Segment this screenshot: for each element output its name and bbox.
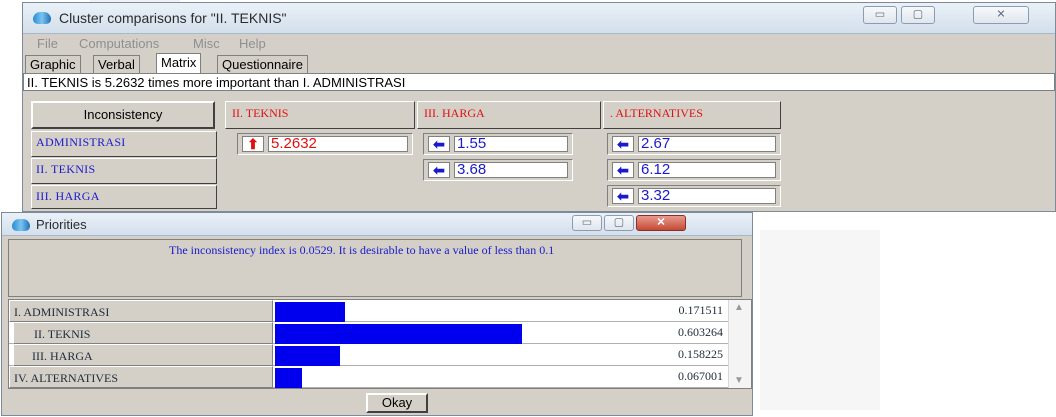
scroll-down-icon[interactable]: ▼	[734, 375, 744, 386]
priority-label: IV. ALTERNATIVES	[9, 366, 273, 388]
app-icon	[12, 219, 30, 231]
minimize-button[interactable]: ▭	[572, 215, 602, 231]
arrow-left-icon[interactable]: ⬅	[612, 188, 634, 204]
priority-value: 0.067001	[678, 369, 723, 383]
menu-computations[interactable]: Computations	[79, 36, 159, 51]
row-header-teknis[interactable]: II. TEKNIS	[31, 158, 217, 184]
priority-row[interactable]: III. HARGA 0.158225	[9, 344, 729, 366]
inconsistency-message: The inconsistency index is 0.0529. It is…	[169, 243, 555, 257]
priorities-list[interactable]: I. ADMINISTRASI 0.171511 II. TEKNIS 0.60…	[8, 299, 752, 389]
inconsistency-message-box: The inconsistency index is 0.0529. It is…	[8, 239, 742, 297]
priority-bar	[275, 368, 302, 388]
comparison-status: II. TEKNIS is 5.2632 times more importan…	[23, 73, 1055, 91]
column-header-teknis[interactable]: II. TEKNIS	[225, 101, 415, 129]
matrix-cell-admin-alternatives[interactable]: ⬅ 2.67	[607, 133, 781, 155]
menu-bar: File Computations Misc Help	[23, 34, 1055, 52]
arrow-left-icon[interactable]: ⬅	[428, 162, 450, 178]
priority-value: 0.603264	[678, 325, 723, 339]
tab-bar: Graphic Verbal Matrix Questionnaire	[23, 53, 1055, 73]
window-title: Cluster comparisons for "II. TEKNIS"	[59, 10, 287, 26]
arrow-left-icon[interactable]: ⬅	[428, 136, 450, 152]
minimize-icon: ▭	[874, 8, 886, 21]
priorities-title-bar[interactable]: Priorities ▭ ▢ ✕	[2, 213, 752, 236]
cell-value[interactable]: 2.67	[638, 136, 776, 152]
maximize-icon: ▢	[912, 8, 924, 21]
close-icon: ✕	[656, 216, 666, 229]
scroll-up-icon[interactable]: ▲	[734, 302, 744, 313]
matrix-cell-admin-teknis[interactable]: ⬆ 5.2632	[237, 133, 413, 155]
priority-label: I. ADMINISTRASI	[9, 300, 273, 322]
background-shape	[760, 230, 880, 410]
priority-label: III. HARGA	[13, 344, 273, 366]
close-button[interactable]: ✕	[636, 215, 686, 231]
matrix-cell-harga-alternatives[interactable]: ⬅ 3.32	[607, 185, 781, 207]
maximize-button[interactable]: ▢	[604, 215, 634, 231]
cluster-comparisons-window: Cluster comparisons for "II. TEKNIS" ▭ ▢…	[22, 2, 1056, 212]
row-header-administrasi[interactable]: ADMINISTRASI	[31, 131, 217, 157]
tab-graphic[interactable]: Graphic	[25, 55, 81, 73]
cell-value[interactable]: 3.68	[454, 162, 568, 178]
inconsistency-button[interactable]: Inconsistency	[31, 101, 215, 129]
app-icon	[33, 12, 51, 24]
close-icon: ✕	[996, 8, 1006, 21]
minimize-icon: ▭	[581, 216, 593, 229]
priority-bar	[275, 346, 340, 366]
arrow-left-icon[interactable]: ⬅	[612, 162, 634, 178]
priority-bar	[275, 324, 522, 344]
column-header-harga[interactable]: III. HARGA	[417, 101, 601, 129]
arrow-up-icon[interactable]: ⬆	[242, 136, 264, 152]
arrow-left-icon[interactable]: ⬅	[612, 136, 634, 152]
priority-row[interactable]: II. TEKNIS 0.603264	[9, 322, 729, 344]
matrix-cell-admin-harga[interactable]: ⬅ 1.55	[423, 133, 573, 155]
menu-file[interactable]: File	[37, 36, 58, 51]
tab-matrix[interactable]: Matrix	[156, 53, 202, 73]
minimize-button[interactable]: ▭	[863, 6, 897, 24]
title-bar[interactable]: Cluster comparisons for "II. TEKNIS" ▭ ▢…	[23, 3, 1055, 34]
priority-value: 0.171511	[678, 303, 723, 317]
menu-misc[interactable]: Misc	[193, 36, 220, 51]
tab-verbal[interactable]: Verbal	[93, 55, 140, 73]
row-header-harga[interactable]: III. HARGA	[31, 185, 217, 209]
priority-value: 0.158225	[678, 347, 723, 361]
maximize-button[interactable]: ▢	[901, 6, 935, 24]
cell-value[interactable]: 5.2632	[268, 136, 408, 152]
cell-value[interactable]: 3.32	[638, 188, 776, 204]
close-button[interactable]: ✕	[973, 6, 1029, 24]
priority-row[interactable]: IV. ALTERNATIVES 0.067001	[9, 366, 729, 388]
matrix-cell-teknis-alternatives[interactable]: ⬅ 6.12	[607, 159, 781, 181]
okay-button[interactable]: Okay	[366, 393, 428, 413]
cell-value[interactable]: 6.12	[638, 162, 776, 178]
maximize-icon: ▢	[613, 216, 625, 229]
cell-value[interactable]: 1.55	[454, 136, 568, 152]
column-header-alternatives[interactable]: . ALTERNATIVES	[603, 101, 781, 129]
priorities-scrollbar[interactable]: ▲ ▼	[728, 300, 751, 388]
menu-help[interactable]: Help	[239, 36, 266, 51]
priority-row[interactable]: I. ADMINISTRASI 0.171511	[9, 300, 729, 322]
priority-bar	[275, 302, 345, 322]
tab-questionnaire[interactable]: Questionnaire	[217, 55, 308, 73]
priorities-title: Priorities	[36, 217, 87, 232]
matrix-cell-teknis-harga[interactable]: ⬅ 3.68	[423, 159, 573, 181]
priority-label: II. TEKNIS	[13, 322, 273, 344]
priorities-window: Priorities ▭ ▢ ✕ The inconsistency index…	[1, 212, 753, 416]
